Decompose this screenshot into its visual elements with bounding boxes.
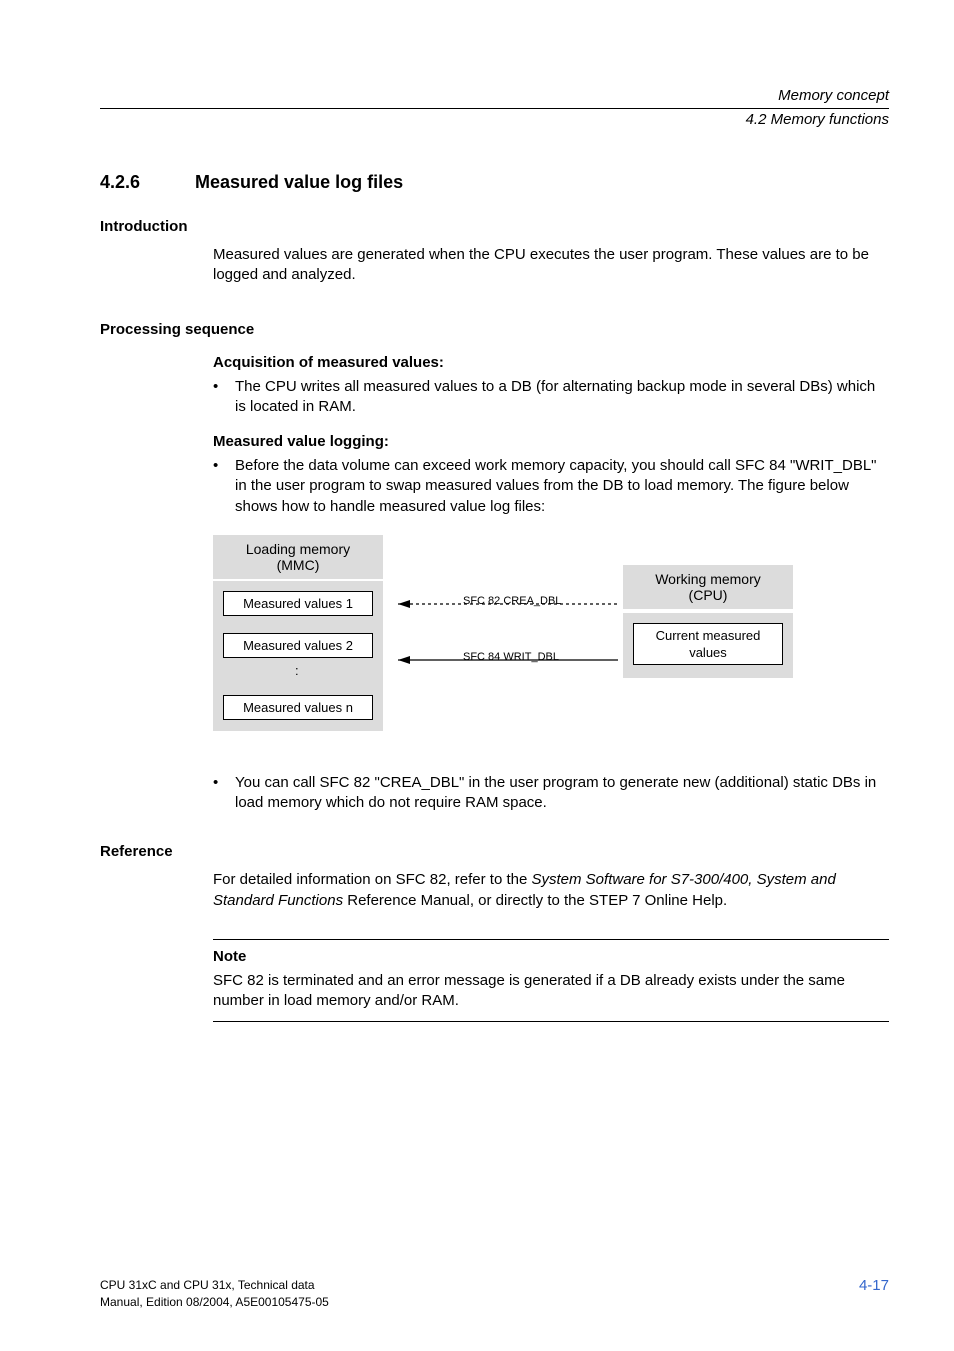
reference-text: For detailed information on SFC 82, refe… bbox=[213, 870, 889, 911]
loading-memory-box: Loading memory (MMC) bbox=[213, 535, 383, 579]
reference-heading: Reference bbox=[100, 843, 889, 860]
bullet-icon: • bbox=[213, 456, 235, 517]
section-title: Measured value log files bbox=[195, 172, 403, 192]
diagram: Loading memory (MMC) Measured values 1 M… bbox=[213, 535, 793, 755]
working-memory-box: Working memory (CPU) bbox=[623, 565, 793, 609]
list-item: • You can call SFC 82 "CREA_DBL" in the … bbox=[213, 773, 889, 814]
intro-text: Measured values are generated when the C… bbox=[213, 245, 889, 286]
reference-post: Reference Manual, or directly to the STE… bbox=[343, 892, 727, 909]
acquisition-bullet-text: The CPU writes all measured values to a … bbox=[235, 377, 889, 418]
current-values-box: Current measured values bbox=[633, 623, 783, 665]
working-memory-l2: (CPU) bbox=[689, 587, 728, 603]
section-number: 4.2.6 bbox=[100, 172, 190, 193]
mv1-box: Measured values 1 bbox=[223, 591, 373, 616]
footer-page: 4-17 bbox=[859, 1277, 889, 1294]
processing-heading: Processing sequence bbox=[100, 321, 889, 338]
sfc82-label: SFC 82 CREA_DBL bbox=[463, 595, 561, 607]
current-l1: Current measured bbox=[656, 628, 761, 643]
logging-heading: Measured value logging: bbox=[213, 433, 889, 450]
working-memory-l1: Working memory bbox=[655, 571, 761, 587]
bullet-icon: • bbox=[213, 377, 235, 418]
note-block: Note SFC 82 is terminated and an error m… bbox=[213, 939, 889, 1023]
list-item: • The CPU writes all measured values to … bbox=[213, 377, 889, 418]
intro-heading: Introduction bbox=[100, 218, 889, 235]
logging-bullet-block: • Before the data volume can exceed work… bbox=[213, 456, 889, 517]
note-title: Note bbox=[213, 948, 889, 965]
running-header: Memory concept 4.2 Memory functions bbox=[100, 85, 889, 130]
logging-bullet-text: Before the data volume can exceed work m… bbox=[235, 456, 889, 517]
loading-memory-l2: (MMC) bbox=[277, 557, 320, 573]
sfc84-label: SFC 84 WRIT_DBL bbox=[463, 651, 559, 663]
acquisition-heading: Acquisition of measured values: bbox=[213, 354, 889, 371]
mv2-box: Measured values 2 bbox=[223, 633, 373, 658]
section-heading: 4.2.6 Measured value log files bbox=[100, 172, 889, 193]
footer-line2: Manual, Edition 08/2004, A5E00105475-05 bbox=[100, 1295, 329, 1309]
post-diagram-bullet-text: You can call SFC 82 "CREA_DBL" in the us… bbox=[235, 773, 889, 814]
note-body: SFC 82 is terminated and an error messag… bbox=[213, 971, 889, 1012]
list-item: • Before the data volume can exceed work… bbox=[213, 456, 889, 517]
section-title-header: 4.2 Memory functions bbox=[100, 109, 889, 130]
footer: CPU 31xC and CPU 31x, Technical data Man… bbox=[100, 1277, 889, 1311]
post-diagram-block: • You can call SFC 82 "CREA_DBL" in the … bbox=[213, 773, 889, 814]
current-l2: values bbox=[689, 645, 727, 660]
chapter-title: Memory concept bbox=[100, 85, 889, 106]
loading-memory-l1: Loading memory bbox=[246, 541, 350, 557]
footer-left: CPU 31xC and CPU 31x, Technical data Man… bbox=[100, 1277, 329, 1311]
colon-label: : bbox=[295, 663, 299, 678]
page-container: Memory concept 4.2 Memory functions 4.2.… bbox=[0, 0, 954, 1351]
mvn-box: Measured values n bbox=[223, 695, 373, 720]
reference-pre: For detailed information on SFC 82, refe… bbox=[213, 871, 532, 888]
bullet-icon: • bbox=[213, 773, 235, 814]
acquisition-bullet-block: • The CPU writes all measured values to … bbox=[213, 377, 889, 418]
footer-line1: CPU 31xC and CPU 31x, Technical data bbox=[100, 1278, 315, 1292]
